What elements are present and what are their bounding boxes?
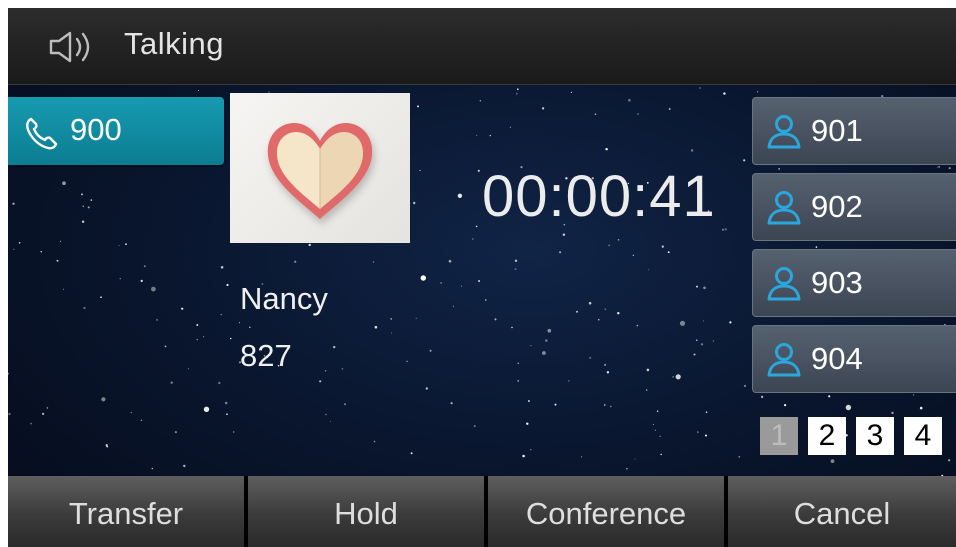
- caller-avatar: [230, 93, 410, 243]
- heart-icon: [267, 123, 373, 219]
- page-indicator-4[interactable]: 4: [904, 417, 942, 455]
- contact-key-label: 903: [811, 265, 863, 300]
- page-indicator-2[interactable]: 2: [808, 417, 846, 455]
- status-header: Talking: [8, 8, 956, 85]
- softkey-bar: Transfer Hold Conference Cancel: [8, 476, 956, 547]
- contact-key-904[interactable]: 904: [752, 325, 956, 393]
- line-key-900[interactable]: 900: [8, 97, 224, 165]
- cancel-softkey[interactable]: Cancel: [728, 476, 956, 547]
- person-icon: [767, 191, 801, 225]
- person-icon: [767, 115, 801, 149]
- call-status-title: Talking: [124, 26, 224, 61]
- contact-key-902[interactable]: 902: [752, 173, 956, 241]
- hold-softkey[interactable]: Hold: [248, 476, 484, 547]
- person-icon: [767, 267, 801, 301]
- contact-key-903[interactable]: 903: [752, 249, 956, 317]
- handset-icon: [26, 117, 58, 150]
- speaker-icon: [49, 31, 90, 63]
- page-indicator-1[interactable]: 1: [760, 417, 798, 455]
- contact-key-label: 902: [811, 189, 863, 224]
- contact-key-label: 904: [811, 341, 863, 376]
- transfer-softkey[interactable]: Transfer: [8, 476, 244, 547]
- line-key-label: 900: [70, 112, 122, 147]
- caller-number: 827: [240, 338, 292, 373]
- contact-key-901[interactable]: 901: [752, 97, 956, 165]
- page-indicator-3[interactable]: 3: [856, 417, 894, 455]
- call-duration-timer: 00:00:41: [482, 164, 716, 229]
- contact-key-label: 901: [811, 113, 863, 148]
- caller-name: Nancy: [240, 281, 328, 316]
- conference-softkey[interactable]: Conference: [488, 476, 724, 547]
- phone-screen: Talking 900 00:00:41 Nancy 827 901 902 9…: [8, 8, 956, 547]
- person-icon: [767, 343, 801, 377]
